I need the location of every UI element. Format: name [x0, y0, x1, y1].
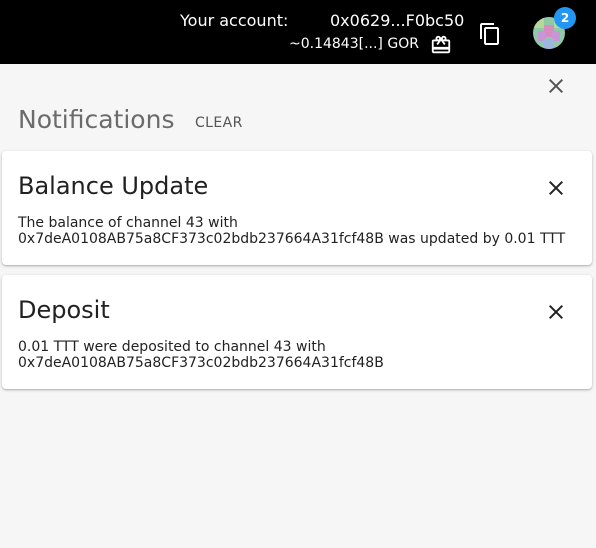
- clear-notifications-button[interactable]: CLEAR: [189, 110, 249, 136]
- close-icon[interactable]: [544, 176, 568, 200]
- account-label: Your account:: [180, 11, 289, 30]
- notification-card: Deposit 0.01 TTT were deposited to chann…: [2, 275, 592, 389]
- notification-message: 0.01 TTT were deposited to channel 43 wi…: [18, 339, 384, 371]
- notification-count-badge: 2: [554, 7, 576, 29]
- copy-icon[interactable]: [478, 22, 502, 46]
- account-address[interactable]: 0x0629...F0bc50: [330, 11, 464, 30]
- top-app-bar: Your account: 0x0629...F0bc50 ~0.14843[.…: [0, 0, 596, 64]
- notification-message-line: 0x7deA0108AB75a8CF373c02bdb237664A31fcf4…: [18, 231, 566, 247]
- notification-message: The balance of channel 43 with 0x7deA010…: [18, 215, 565, 247]
- gift-icon[interactable]: [430, 34, 452, 56]
- close-icon[interactable]: [544, 74, 568, 98]
- account-balance: ~0.14843[...] GOR: [289, 36, 419, 52]
- notification-message-line: The balance of channel 43 with: [18, 215, 238, 231]
- notification-title: Deposit: [18, 296, 110, 324]
- notifications-title: Notifications: [18, 105, 175, 134]
- notification-card: Balance Update The balance of channel 43…: [2, 151, 592, 265]
- notification-message-line: 0.01 TTT were deposited to channel 43 wi…: [18, 339, 326, 355]
- notification-message-line: 0x7deA0108AB75a8CF373c02bdb237664A31fcf4…: [18, 355, 384, 371]
- notification-title: Balance Update: [18, 172, 209, 200]
- close-icon[interactable]: [544, 300, 568, 324]
